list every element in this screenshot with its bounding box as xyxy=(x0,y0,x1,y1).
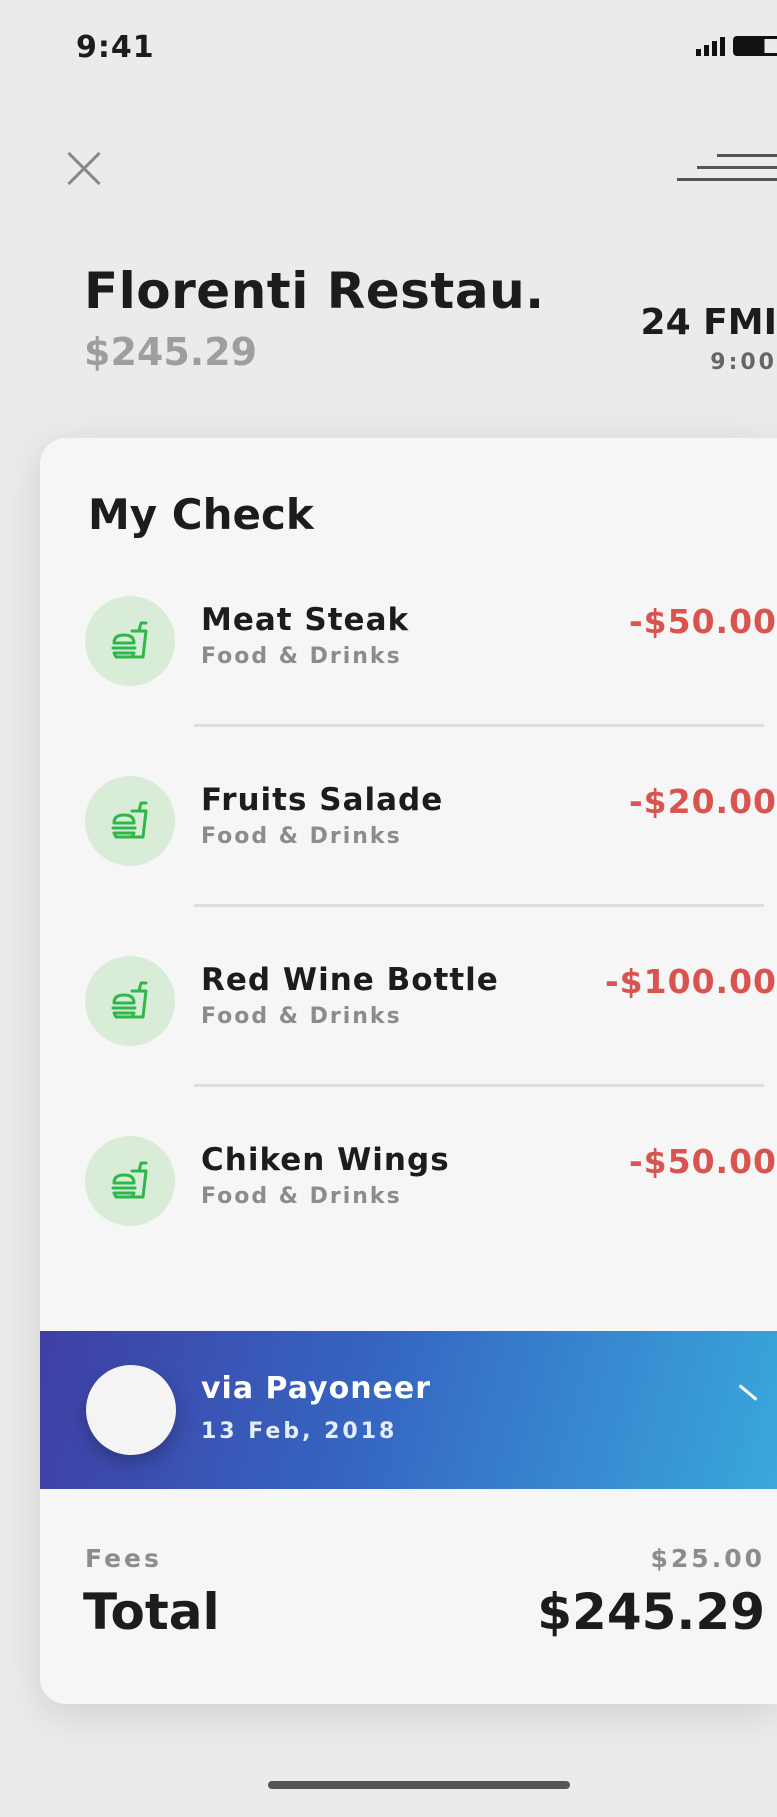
check-item[interactable]: Fruits Salade Food & Drinks -$20.00 xyxy=(40,776,777,866)
header-time: 9:00 xyxy=(710,350,777,375)
status-icons xyxy=(696,36,777,56)
battery-icon xyxy=(733,36,777,56)
check-item[interactable]: Chiken Wings Food & Drinks -$50.00 xyxy=(40,1136,777,1226)
divider xyxy=(194,724,764,727)
item-amount: -$50.00 xyxy=(628,602,777,641)
payment-title: via Payoneer xyxy=(201,1371,432,1406)
fees-value: $25.00 xyxy=(650,1544,765,1573)
status-time: 9:41 xyxy=(76,30,155,65)
check-item[interactable]: Meat Steak Food & Drinks -$50.00 xyxy=(40,596,777,686)
item-name: Chiken Wings xyxy=(201,1142,450,1178)
payment-method[interactable]: via Payoneer 13 Feb, 2018 xyxy=(40,1331,777,1489)
close-icon[interactable] xyxy=(64,148,104,188)
fees-label: Fees xyxy=(85,1544,162,1573)
item-name: Fruits Salade xyxy=(201,782,444,818)
menu-icon[interactable] xyxy=(672,148,777,188)
item-category: Food & Drinks xyxy=(201,1004,402,1029)
item-category: Food & Drinks xyxy=(201,824,402,849)
item-category: Food & Drinks xyxy=(201,644,402,669)
burger-drink-icon xyxy=(85,1136,175,1226)
divider xyxy=(194,1084,764,1087)
check-title: My Check xyxy=(88,490,314,539)
item-amount: -$20.00 xyxy=(628,782,777,821)
check-item[interactable]: Red Wine Bottle Food & Drinks -$100.00 xyxy=(40,956,777,1046)
signal-icon xyxy=(696,37,725,56)
divider xyxy=(194,904,764,907)
item-amount: -$100.00 xyxy=(604,962,777,1001)
burger-drink-icon xyxy=(85,776,175,866)
arrow-icon[interactable] xyxy=(738,1384,758,1401)
home-indicator[interactable] xyxy=(268,1781,570,1789)
total-value: $245.29 xyxy=(537,1583,765,1641)
payment-date: 13 Feb, 2018 xyxy=(201,1419,398,1444)
restaurant-name: Florenti Restau. xyxy=(84,262,545,320)
item-category: Food & Drinks xyxy=(201,1184,402,1209)
item-name: Meat Steak xyxy=(201,602,410,638)
header-subtotal: $245.29 xyxy=(84,330,258,374)
item-name: Red Wine Bottle xyxy=(201,962,499,998)
burger-drink-icon xyxy=(85,596,175,686)
payment-avatar xyxy=(86,1365,176,1455)
item-amount: -$50.00 xyxy=(628,1142,777,1181)
check-card: My Check Meat Steak Food & Drinks -$50.0… xyxy=(40,438,777,1704)
total-label: Total xyxy=(83,1583,220,1641)
header-date: 24 FMI xyxy=(640,302,777,343)
burger-drink-icon xyxy=(85,956,175,1046)
